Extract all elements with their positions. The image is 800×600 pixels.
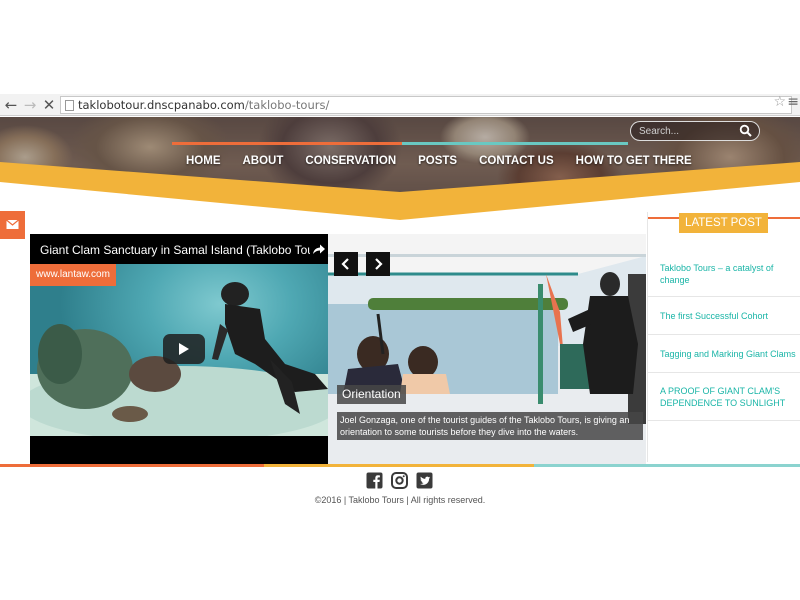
screen: ← → ✕ taklobotour.dnscpanabo.com/taklobo… xyxy=(0,0,800,600)
copyright-text: ©2016 | Taklobo Tours | All rights reser… xyxy=(314,495,486,505)
forward-icon[interactable]: → xyxy=(21,96,39,114)
footer-stripe-orange xyxy=(0,464,264,467)
post-link-sunlight[interactable]: A PROOF OF GIANT CLAM'S DEPENDENCE TO SU… xyxy=(660,385,798,409)
slide-panel: Orientation Joel Gonzaga, one of the tou… xyxy=(328,234,646,464)
post-divider xyxy=(648,372,800,373)
footer-stripe-teal xyxy=(534,464,800,467)
close-icon[interactable]: ✕ xyxy=(40,96,58,114)
post-divider xyxy=(648,334,800,335)
post-link-cohort[interactable]: The first Successful Cohort xyxy=(660,310,798,322)
post-link-catalyst[interactable]: Taklobo Tours – a catalyst of change xyxy=(660,262,798,286)
nav-accent-orange xyxy=(172,142,402,145)
address-bar[interactable]: taklobotour.dnscpanabo.com/taklobo-tours… xyxy=(60,96,792,114)
instagram-icon[interactable] xyxy=(391,472,408,489)
search-input[interactable] xyxy=(639,124,739,139)
post-divider xyxy=(648,420,800,421)
slide-title: Orientation xyxy=(337,385,406,404)
latest-post-heading: LATEST POST xyxy=(679,213,768,233)
page-icon xyxy=(65,100,74,111)
slide-caption: Joel Gonzaga, one of the tourist guides … xyxy=(337,412,643,440)
nav-accent-teal xyxy=(402,142,628,145)
back-icon[interactable]: ← xyxy=(2,96,20,114)
sidebar: LATEST POST Taklobo Tours – a catalyst o… xyxy=(647,212,800,462)
play-icon xyxy=(179,343,189,355)
browser-toolbar: ← → ✕ taklobotour.dnscpanabo.com/taklobo… xyxy=(0,94,800,116)
slide-prev-button[interactable] xyxy=(334,252,358,276)
post-link-tagging[interactable]: Tagging and Marking Giant Clams xyxy=(660,348,798,360)
footer-stripe-yellow xyxy=(264,464,534,467)
search-icon[interactable] xyxy=(739,124,753,138)
menu-icon[interactable]: ≡ xyxy=(787,94,799,110)
share-icon[interactable] xyxy=(312,242,326,256)
play-button[interactable] xyxy=(163,334,205,364)
post-divider xyxy=(648,296,800,297)
url-text: taklobotour.dnscpanabo.com/taklobo-tours… xyxy=(78,98,330,112)
mail-icon xyxy=(6,219,19,229)
featured-slider: Giant Clam Sanctuary in Samal Island (Ta… xyxy=(30,234,646,464)
video-panel[interactable]: Giant Clam Sanctuary in Samal Island (Ta… xyxy=(30,234,328,464)
search-box xyxy=(630,121,760,141)
facebook-icon[interactable] xyxy=(366,472,383,489)
social-links xyxy=(366,472,436,492)
chevron-right-icon xyxy=(375,258,383,270)
video-title[interactable]: Giant Clam Sanctuary in Samal Island (Ta… xyxy=(40,243,310,257)
mail-tab[interactable] xyxy=(0,211,25,239)
video-source-link[interactable]: www.lantaw.com xyxy=(30,264,116,286)
slide-next-button[interactable] xyxy=(366,252,390,276)
chevron-left-icon xyxy=(341,258,349,270)
star-icon[interactable]: ☆ xyxy=(773,94,786,110)
twitter-icon[interactable] xyxy=(416,472,433,489)
